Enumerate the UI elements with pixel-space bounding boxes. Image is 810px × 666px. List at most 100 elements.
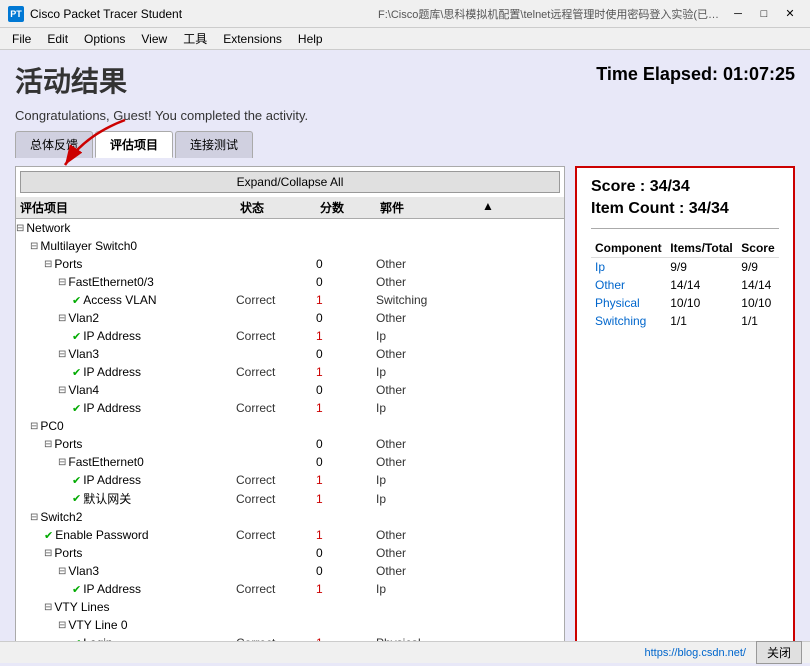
expand-icon[interactable]: ⊟ [30, 241, 38, 252]
expand-icon[interactable]: ⊟ [58, 349, 66, 360]
cell-score: 1 [316, 492, 376, 506]
cell-name: ⊟ Ports [16, 546, 236, 560]
score-items: 10/10 [666, 294, 737, 312]
cell-name: ⊟ Ports [16, 257, 236, 271]
row-name-label: FastEthernet0/3 [68, 275, 153, 289]
minimize-button[interactable]: ─ [726, 4, 750, 24]
row-name-label: 默认网关 [83, 490, 131, 507]
menu-file[interactable]: File [4, 30, 39, 48]
cell-name: ✔ Enable Password [16, 528, 236, 542]
check-icon: ✔ [72, 294, 81, 307]
cell-name: ⊟ VTY Line 0 [16, 618, 236, 632]
menu-view[interactable]: View [133, 30, 175, 48]
cell-score: 1 [316, 365, 376, 379]
col-header-score: 分数 [320, 199, 380, 216]
score-items: 14/14 [666, 276, 737, 294]
cell-status: Correct [236, 582, 316, 596]
cell-status: Correct [236, 401, 316, 415]
expand-icon[interactable]: ⊟ [44, 259, 52, 270]
table-row: ⊟ Vlan3 0 Other [16, 562, 564, 580]
expand-icon[interactable]: ⊟ [44, 548, 52, 559]
col-scroll-up[interactable]: ▲ [480, 199, 496, 216]
menu-help[interactable]: Help [290, 30, 331, 48]
check-icon: ✔ [72, 474, 81, 487]
row-name-label: Vlan4 [68, 383, 99, 397]
expand-collapse-all-button[interactable]: Expand/Collapse All [20, 171, 560, 193]
cell-score: 0 [316, 437, 376, 451]
expand-icon[interactable]: ⊟ [58, 313, 66, 324]
expand-icon[interactable]: ⊟ [30, 512, 38, 523]
table-row: ⊟ Multilayer Switch0 [16, 237, 564, 255]
cell-name: ⊟ Multilayer Switch0 [16, 239, 236, 253]
expand-icon[interactable]: ⊟ [58, 385, 66, 396]
cell-name: ⊟ Vlan2 [16, 311, 236, 325]
score-score: 1/1 [737, 312, 779, 330]
expand-icon[interactable]: ⊟ [44, 439, 52, 450]
table-row: ⊟ Ports 0 Other [16, 544, 564, 562]
cell-score: 0 [316, 564, 376, 578]
tab-general-feedback[interactable]: 总体反馈 [15, 131, 93, 158]
row-name-label: Network [26, 221, 70, 235]
cell-status: Correct [236, 329, 316, 343]
cell-name: ⊟ PC0 [16, 419, 236, 433]
expand-icon[interactable]: ⊟ [58, 277, 66, 288]
cell-component: Other [376, 311, 476, 325]
tab-assessment-items[interactable]: 评估项目 [95, 131, 173, 158]
tab-connection-test[interactable]: 连接测试 [175, 131, 253, 158]
expand-icon[interactable]: ⊟ [58, 566, 66, 577]
cell-name: ⊟ FastEthernet0/3 [16, 275, 236, 289]
menu-tools[interactable]: 工具 [175, 28, 215, 49]
score-component: Other [591, 276, 666, 294]
cell-name: ⊟ FastEthernet0 [16, 455, 236, 469]
cell-component: Other [376, 275, 476, 289]
menu-options[interactable]: Options [76, 30, 133, 48]
activity-title: 活动结果 [15, 60, 127, 100]
cell-score: 0 [316, 257, 376, 271]
cell-name: ✔ 默认网关 [16, 490, 236, 507]
score-table-row: Ip 9/9 9/9 [591, 258, 779, 277]
score-table-row: Switching 1/1 1/1 [591, 312, 779, 330]
expand-icon[interactable]: ⊟ [44, 602, 52, 613]
cell-score: 0 [316, 275, 376, 289]
file-path: F:\Cisco题库\思科模拟机配置\telnet远程管理时使用密码登入实验(已… [378, 6, 726, 22]
table-row: ⊟ Ports 0 Other [16, 255, 564, 273]
expand-icon[interactable]: ⊟ [58, 620, 66, 631]
table-row: ⊟ Switch2 [16, 508, 564, 526]
cell-component: Other [376, 528, 476, 542]
expand-icon[interactable]: ⊟ [30, 421, 38, 432]
score-score: 10/10 [737, 294, 779, 312]
close-button[interactable]: 关闭 [756, 641, 802, 664]
row-name-label: Access VLAN [83, 293, 156, 307]
table-row: ✔ IP Address Correct 1 Ip [16, 363, 564, 381]
row-name-label: IP Address [83, 582, 141, 596]
csdn-link[interactable]: https://blog.csdn.net/ [644, 647, 746, 659]
title-controls: ─ □ ✕ [726, 4, 802, 24]
menu-edit[interactable]: Edit [39, 30, 76, 48]
expand-icon[interactable]: ⊟ [16, 223, 24, 234]
row-name-label: VTY Lines [54, 600, 109, 614]
cell-component: Ip [376, 329, 476, 343]
row-name-label: FastEthernet0 [68, 455, 143, 469]
score-line-1: Score : 34/34 [591, 178, 779, 196]
close-window-button[interactable]: ✕ [778, 4, 802, 24]
cell-name: ⊟ VTY Lines [16, 600, 236, 614]
row-name-label: Ports [54, 437, 82, 451]
score-score: 14/14 [737, 276, 779, 294]
menu-extensions[interactable]: Extensions [215, 30, 290, 48]
cell-component: Other [376, 257, 476, 271]
table-row: ✔ Login Correct 1 Physical [16, 634, 564, 641]
row-name-label: IP Address [83, 473, 141, 487]
table-row: ⊟ FastEthernet0 0 Other [16, 453, 564, 471]
cell-score: 1 [316, 473, 376, 487]
cell-name: ✔ IP Address [16, 329, 236, 343]
cell-component: Ip [376, 492, 476, 506]
title-bar: PT Cisco Packet Tracer Student F:\Cisco题… [0, 0, 810, 28]
table-row: ⊟ Vlan3 0 Other [16, 345, 564, 363]
table-row: ✔ Enable Password Correct 1 Other [16, 526, 564, 544]
expand-icon[interactable]: ⊟ [58, 457, 66, 468]
score-panel: Score : 34/34 Item Count : 34/34 Compone… [575, 166, 795, 656]
table-body[interactable]: ⊟ Network ⊟ Multilayer Switch0 ⊟ Ports 0 [16, 219, 564, 641]
cell-score: 1 [316, 401, 376, 415]
bottom-area: Expand/Collapse All 评估项目 状态 分数 郭件 ▲ ⊟ Ne… [15, 166, 795, 656]
maximize-button[interactable]: □ [752, 4, 776, 24]
